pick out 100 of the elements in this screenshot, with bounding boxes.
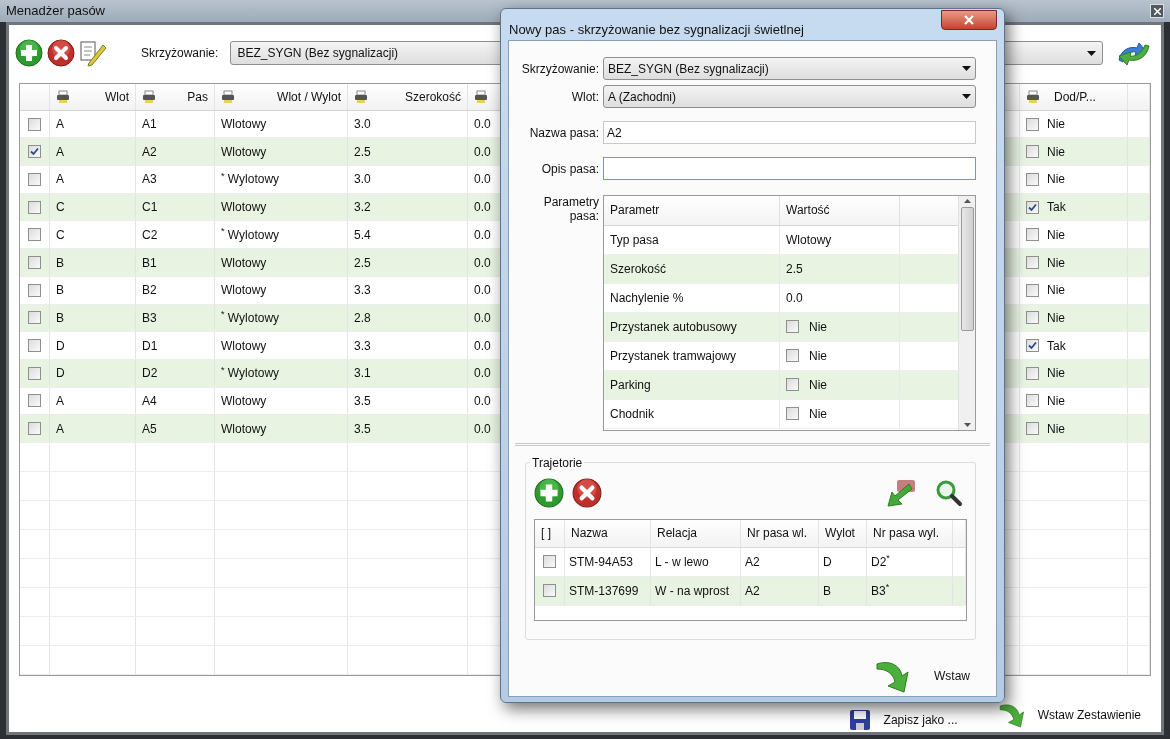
save-as-button[interactable]: Zapisz jako ... <box>849 710 958 730</box>
table-cell-text: 3.2 <box>354 199 371 217</box>
table-cell-text: Nachylenie % <box>610 289 684 307</box>
table-cell: $^{*}$ Wylotowy <box>221 308 280 327</box>
column-header[interactable]: Wylot <box>825 524 855 542</box>
table-cell-text: 0.0 <box>474 143 491 161</box>
column-header[interactable]: Wlot <box>50 84 136 110</box>
table-cell-text: C1 <box>142 199 158 217</box>
checkbox[interactable] <box>786 407 799 420</box>
add-icon[interactable] <box>15 39 43 67</box>
checkbox[interactable] <box>1026 256 1039 269</box>
column-header[interactable]: Pas <box>136 84 215 110</box>
scroll-down-icon[interactable] <box>963 422 971 427</box>
text-field[interactable] <box>603 157 976 180</box>
close-icon <box>964 15 974 25</box>
checkbox[interactable] <box>1026 117 1039 131</box>
column-header[interactable]: Nr pasa wyl. <box>873 524 940 542</box>
column-header[interactable]: Nr pasa wl. <box>747 524 808 542</box>
column-header[interactable]: Wlot / Wylot <box>215 84 348 110</box>
scrollbar[interactable] <box>958 195 975 430</box>
checkbox[interactable] <box>28 422 41 436</box>
column-header[interactable]: Parametr <box>610 201 660 219</box>
table-cell-text: Nie <box>1047 420 1065 438</box>
table-cell-text: Przystanek tramwajowy <box>610 347 737 365</box>
table-cell-text: D <box>56 365 65 383</box>
checkbox[interactable] <box>543 584 556 597</box>
table-cell-text: Nie <box>809 376 827 394</box>
checkbox[interactable] <box>543 555 556 568</box>
table-cell-text: 2.8 <box>354 309 371 327</box>
insert-summary-button[interactable]: Wstaw Zestawienie <box>997 700 1141 730</box>
table-cell: $^{*}$ Wylotowy <box>221 225 280 244</box>
table-cell-text: Nie <box>1047 143 1065 161</box>
window-title: Nowy pas - skrzyżowanie bez sygnalizacji świetlnej <box>509 21 804 39</box>
checkbox[interactable] <box>28 145 41 159</box>
table-cell-text: B3 <box>142 309 157 327</box>
checkbox[interactable] <box>786 320 799 333</box>
table-cell-text: 0.0 <box>474 337 491 355</box>
insert-button[interactable]: Wstaw <box>874 655 970 696</box>
delete-icon[interactable] <box>47 39 75 67</box>
table-cell-text: Wlotowy <box>221 254 267 272</box>
table-cell-text: Nie <box>1047 282 1065 300</box>
table-cell-text: Wlotowy <box>221 116 267 134</box>
table-cell-text: 2.5 <box>354 143 371 161</box>
checkbox[interactable] <box>28 117 41 131</box>
checkbox[interactable] <box>1026 339 1039 353</box>
close-button[interactable] <box>941 10 997 30</box>
column-header[interactable]: Nazwa <box>571 524 608 542</box>
table-cell-text: Tak <box>1047 337 1066 355</box>
checkbox[interactable] <box>1026 228 1039 242</box>
table-cell-text: A <box>56 171 64 189</box>
checkbox[interactable] <box>28 339 41 353</box>
column-header[interactable]: Szerokość <box>348 84 468 110</box>
table-cell-text: Wlotowy <box>786 231 832 249</box>
column-header[interactable]: Dod/P... <box>1020 84 1128 110</box>
table-cell-text: Nie <box>1047 392 1065 410</box>
text-field[interactable]: A2 <box>603 121 976 144</box>
checkbox[interactable] <box>1026 311 1039 325</box>
scroll-up-icon[interactable] <box>963 198 971 203</box>
checkbox[interactable] <box>28 311 41 325</box>
checkbox[interactable] <box>786 378 799 391</box>
checkbox[interactable] <box>786 349 799 362</box>
checkbox[interactable] <box>1026 200 1039 214</box>
checkbox[interactable] <box>28 172 41 186</box>
checkbox[interactable] <box>28 394 41 408</box>
table-cell-text: B2 <box>142 282 157 300</box>
table-cell-text: A5 <box>142 420 157 438</box>
table-cell-text: Wlotowy <box>221 143 267 161</box>
checkbox[interactable] <box>1026 283 1039 297</box>
import-icon[interactable] <box>885 477 917 508</box>
table-cell-text: 3.5 <box>354 420 371 438</box>
field-label: Opis pasa: <box>540 160 600 178</box>
table-cell-text: B1 <box>142 254 157 272</box>
table-cell-text: Nie <box>809 318 827 336</box>
checkbox[interactable] <box>28 283 41 297</box>
checkbox[interactable] <box>1026 366 1039 380</box>
dropdown-arrow-icon <box>962 94 971 99</box>
checkbox[interactable] <box>28 256 41 269</box>
dropdown[interactable]: A (Zachodni) <box>603 85 976 108</box>
checkbox[interactable] <box>28 366 41 380</box>
checkbox[interactable] <box>1026 422 1039 436</box>
add-icon[interactable] <box>534 477 564 508</box>
checkbox[interactable] <box>1026 394 1039 408</box>
dropdown-arrow-icon <box>962 66 971 71</box>
checkbox[interactable] <box>1026 172 1039 186</box>
table-cell-text: Wlotowy <box>221 199 267 217</box>
checkbox[interactable] <box>28 200 41 214</box>
column-header[interactable]: [ ] <box>541 524 551 542</box>
table-cell-text: 3.1 <box>354 365 371 383</box>
search-icon[interactable] <box>935 478 963 507</box>
delete-icon[interactable] <box>572 477 602 508</box>
table-cell-text: Wlotowy <box>221 392 267 410</box>
dropdown[interactable]: BEZ_SYGN (Bez sygnalizacji) <box>603 57 976 80</box>
column-header[interactable]: Relacja <box>657 524 698 542</box>
checkbox[interactable] <box>28 228 41 242</box>
column-header[interactable]: Wartość <box>786 201 830 219</box>
table-cell-text: C <box>56 226 65 244</box>
checkbox[interactable] <box>1026 145 1039 159</box>
table-cell-text: Wlotowy <box>221 420 267 438</box>
table-cell-text: Nie <box>1047 226 1065 244</box>
dropdown-arrow-icon <box>1087 50 1096 56</box>
